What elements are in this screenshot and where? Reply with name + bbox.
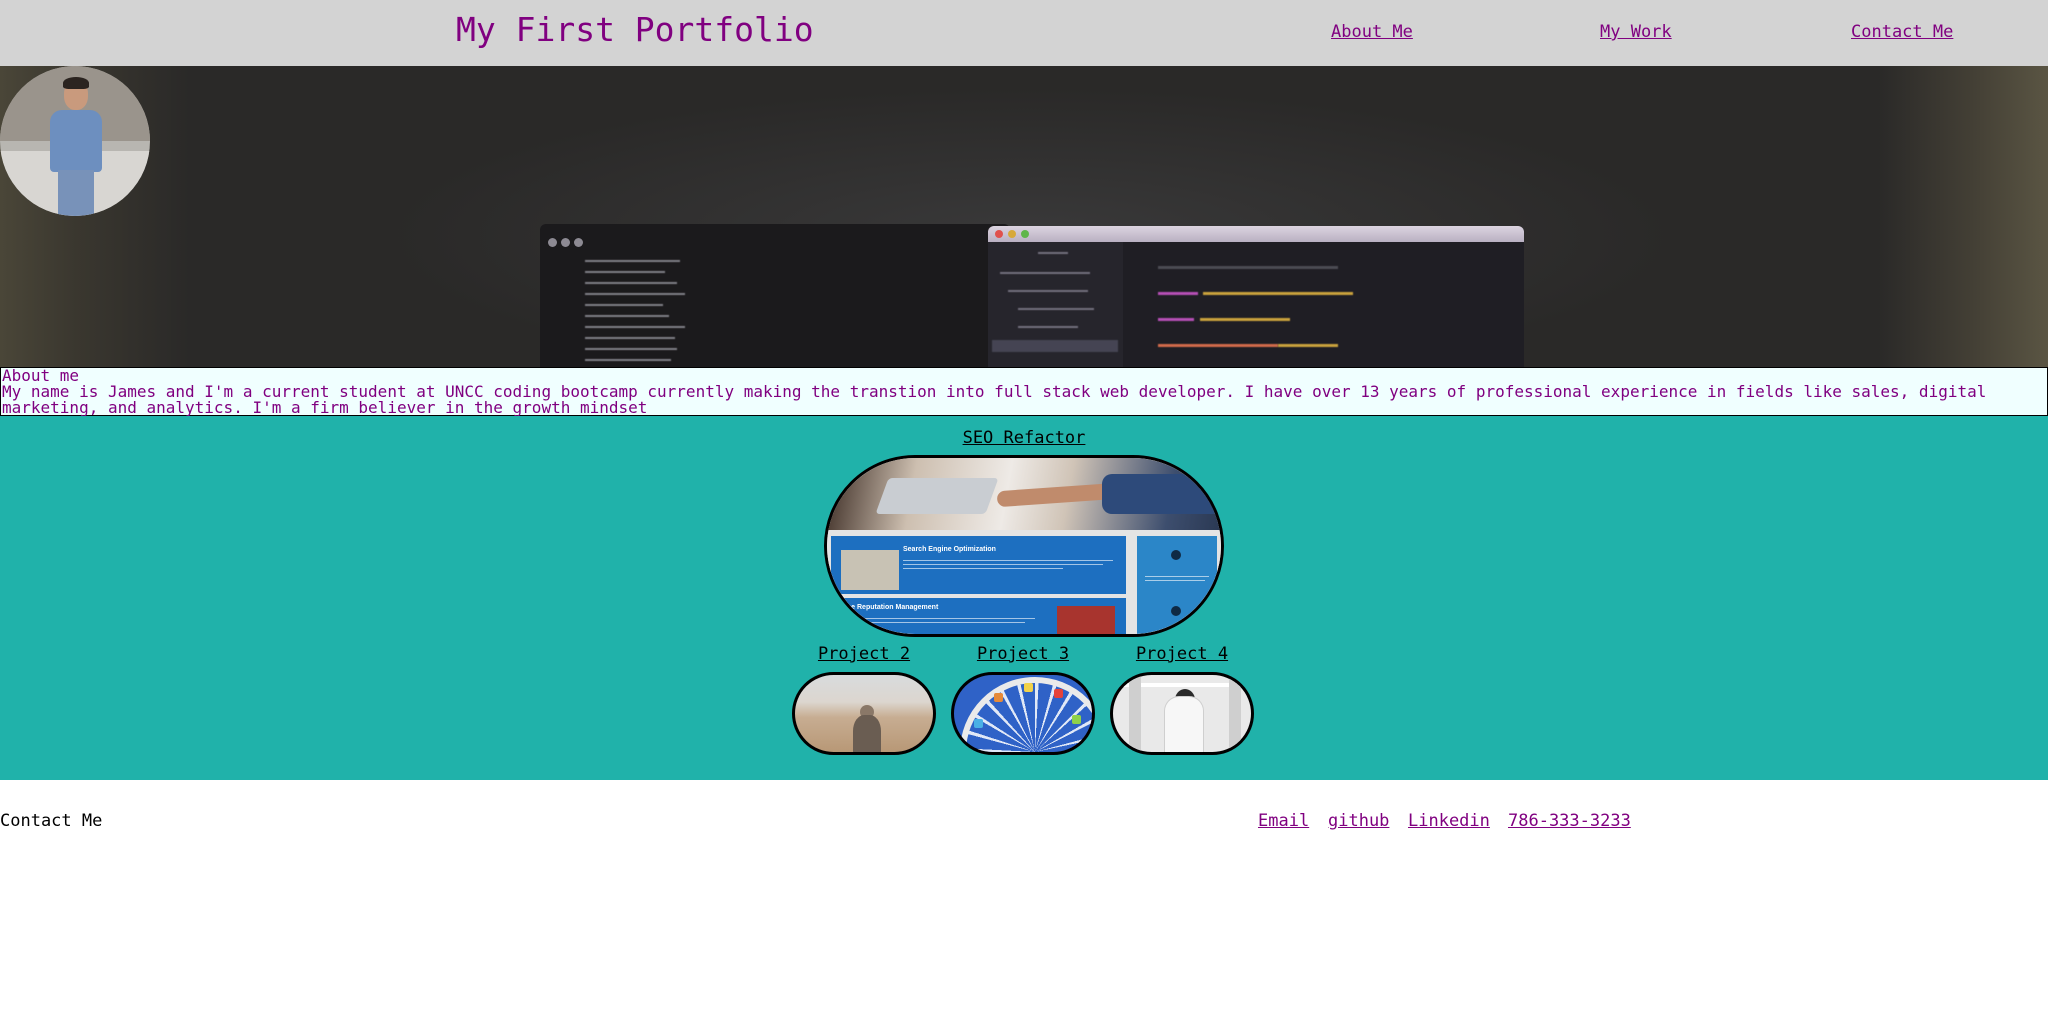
site-header: My First Portfolio About Me My Work Cont… bbox=[0, 0, 2048, 66]
contact-section: Contact Me Email github Linkedin 786-333… bbox=[0, 780, 2048, 1009]
work-section: SEO Refactor Search Engine Optimization … bbox=[0, 416, 2048, 780]
editor-titlebar bbox=[988, 226, 1524, 242]
window-controls bbox=[548, 232, 587, 251]
contact-heading: Contact Me bbox=[0, 811, 103, 831]
project-4-thumbnail[interactable] bbox=[1110, 672, 1254, 755]
project-2-thumbnail[interactable] bbox=[792, 672, 936, 755]
contact-github-link[interactable]: github bbox=[1328, 810, 1389, 832]
hero-curtain-right bbox=[1878, 66, 2048, 367]
project-2-link[interactable]: Project 2 bbox=[792, 643, 936, 665]
profile-avatar bbox=[0, 66, 150, 216]
wifi-icon bbox=[1171, 606, 1181, 616]
contact-linkedin-link[interactable]: Linkedin bbox=[1408, 810, 1490, 832]
site-title: My First Portfolio bbox=[456, 10, 814, 49]
terminal-code-lines bbox=[585, 260, 785, 367]
project-3-link[interactable]: Project 3 bbox=[951, 643, 1095, 665]
nav-my-work[interactable]: My Work bbox=[1600, 21, 1672, 43]
project-seo-refactor-thumbnail[interactable]: Search Engine Optimization line Reputati… bbox=[824, 455, 1224, 637]
about-text: My name is James and I'm a current stude… bbox=[2, 382, 1987, 417]
contact-phone-link[interactable]: 786-333-3233 bbox=[1508, 810, 1631, 832]
project-seo-refactor-link[interactable]: SEO Refactor bbox=[824, 427, 1224, 449]
seo-hero-photo bbox=[827, 458, 1221, 530]
project-3-thumbnail[interactable] bbox=[951, 672, 1095, 755]
seo-preview-heading: Search Engine Optimization bbox=[903, 546, 996, 553]
seo-site-preview: Search Engine Optimization line Reputati… bbox=[827, 530, 1221, 634]
reputation-preview-heading: line Reputation Management bbox=[843, 604, 939, 611]
nav-about-me[interactable]: About Me bbox=[1331, 21, 1413, 43]
contact-email-link[interactable]: Email bbox=[1258, 810, 1309, 832]
hero-banner bbox=[0, 66, 2048, 367]
project-4-link[interactable]: Project 4 bbox=[1110, 643, 1254, 665]
hero-terminal-window bbox=[540, 224, 1010, 367]
about-section: About me My name is James and I'm a curr… bbox=[0, 367, 2048, 416]
hero-editor-window bbox=[988, 226, 1524, 367]
editor-file-tree bbox=[988, 242, 1123, 367]
lock-icon bbox=[1171, 550, 1181, 560]
nav-contact-me[interactable]: Contact Me bbox=[1851, 21, 1953, 43]
